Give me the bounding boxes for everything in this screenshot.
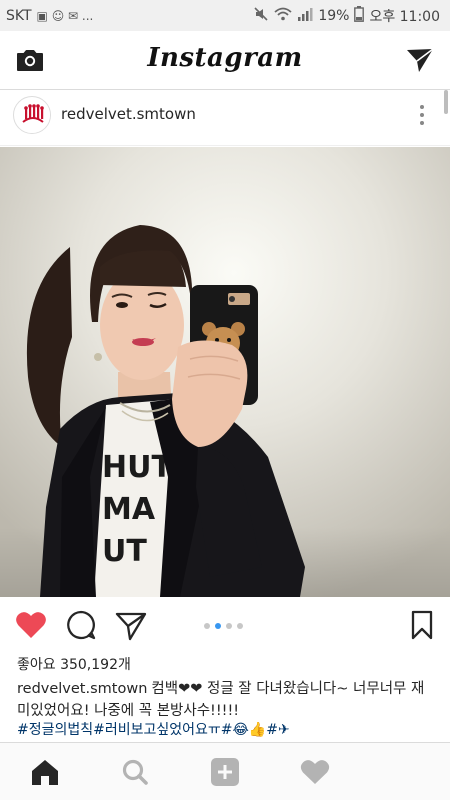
status-bar: SKT ▣ ☺ ✉ ... 19% 오후 11:00 — [0, 0, 450, 31]
direct-message-button[interactable] — [404, 44, 436, 76]
profile-logo-image — [15, 98, 50, 133]
caption-username[interactable]: redvelvet.smtown — [17, 681, 147, 697]
post-actions — [0, 603, 450, 649]
scrollbar[interactable] — [444, 90, 448, 114]
nav-activity-button[interactable] — [297, 755, 333, 789]
heart-icon — [16, 612, 46, 638]
mirror-selfie-image: HUT MA UT — [0, 147, 450, 597]
mute-icon — [253, 6, 269, 26]
post-photo[interactable]: HUT MA UT — [0, 147, 450, 597]
like-button[interactable] — [14, 608, 48, 642]
bottom-nav — [0, 742, 450, 800]
post-header: redvelvet.smtown — [0, 90, 450, 146]
carrier-label: SKT — [6, 7, 32, 24]
clock: 오후 11:00 — [369, 8, 440, 25]
share-button[interactable] — [114, 608, 148, 642]
save-button[interactable] — [408, 608, 436, 642]
svg-text:MA: MA — [102, 492, 156, 527]
more-dot-icon — [420, 121, 424, 125]
carousel-dot — [237, 623, 243, 629]
carousel-dot — [215, 623, 221, 629]
nav-add-post-button[interactable] — [207, 755, 243, 789]
notification-icons: ▣ ☺ ✉ ... — [36, 8, 94, 23]
app-header: Instagram — [0, 31, 450, 90]
activity-heart-icon — [300, 760, 330, 784]
home-icon — [32, 760, 58, 785]
add-post-icon — [211, 758, 239, 786]
instagram-logo: Instagram — [147, 43, 303, 73]
instagram-app: SKT ▣ ☺ ✉ ... 19% 오후 11:00 Instagram red… — [0, 0, 450, 800]
share-icon — [115, 612, 147, 641]
caption: redvelvet.smtown 컴백❤❤ 정글 잘 다녀왔습니다~ 너무너무 재… — [17, 678, 437, 722]
more-options-button[interactable] — [412, 102, 432, 128]
nav-home-button[interactable] — [27, 755, 63, 789]
comment-icon — [67, 610, 96, 640]
more-dot-icon — [420, 113, 424, 117]
carousel-dot — [226, 623, 232, 629]
wifi-icon — [274, 7, 292, 25]
battery-percent: 19% — [318, 7, 350, 24]
comment-button[interactable] — [64, 608, 98, 642]
direct-message-icon — [407, 48, 434, 72]
more-dot-icon — [420, 105, 424, 109]
post-username[interactable]: redvelvet.smtown — [61, 105, 196, 123]
likes-count[interactable]: 좋아요 350,192개 — [17, 654, 131, 674]
avatar[interactable] — [13, 96, 51, 134]
signal-icon — [297, 7, 313, 25]
bookmark-icon — [411, 610, 433, 640]
carousel-dot — [204, 623, 210, 629]
search-icon — [122, 759, 148, 785]
battery-icon — [354, 5, 365, 26]
svg-text:HUT: HUT — [102, 450, 172, 485]
nav-search-button[interactable] — [117, 755, 153, 789]
svg-text:UT: UT — [102, 534, 147, 569]
carousel-indicator — [204, 623, 243, 629]
